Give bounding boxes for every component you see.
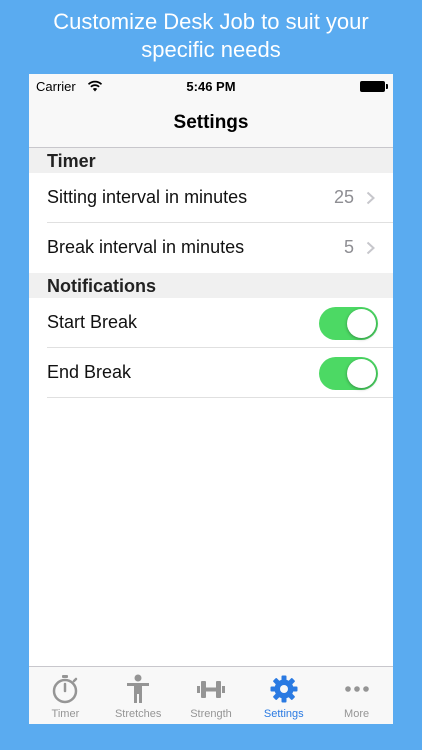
- person-icon: [127, 674, 150, 703]
- tab-settings[interactable]: Settings: [247, 667, 320, 724]
- gear-icon: [270, 675, 298, 703]
- section-header-notifications: Notifications: [29, 273, 393, 298]
- tab-strength[interactable]: Strength: [175, 667, 248, 724]
- end-break-label: End Break: [47, 362, 132, 382]
- chevron-right-icon: [366, 191, 375, 205]
- tab-stretches[interactable]: Stretches: [102, 667, 175, 724]
- start-break-row: Start Break: [29, 298, 393, 348]
- chevron-right-icon: [366, 241, 375, 255]
- sitting-interval-row[interactable]: Sitting interval in minutes 25: [29, 173, 393, 223]
- start-break-label: Start Break: [47, 312, 138, 332]
- status-bar: Carrier 5:46 PM: [29, 74, 393, 98]
- settings-list: Timer Sitting interval in minutes 25 Bre…: [29, 148, 393, 398]
- stopwatch-icon: [53, 675, 78, 704]
- toggle-knob: [347, 309, 376, 338]
- break-interval-value: 5: [343, 237, 354, 257]
- toggle-knob: [347, 359, 376, 388]
- tab-more[interactable]: More: [320, 667, 393, 724]
- sitting-interval-label: Sitting interval in minutes: [47, 187, 248, 207]
- tab-label: Stretches: [114, 708, 162, 720]
- page-title: Settings: [173, 112, 249, 133]
- battery-icon: [360, 81, 388, 92]
- promo-line-2: specific needs: [141, 37, 281, 62]
- section-header-timer: Timer: [29, 148, 393, 173]
- promo-line-1: Customize Desk Job to suit your: [53, 9, 369, 34]
- tab-bar: Timer Stretches Strength Settings More: [29, 666, 393, 724]
- end-break-toggle[interactable]: [319, 357, 378, 390]
- sitting-interval-value: 25: [333, 187, 354, 207]
- tab-label: Settings: [263, 708, 304, 720]
- row-divider: [47, 397, 393, 398]
- start-break-toggle[interactable]: [319, 307, 378, 340]
- promo-caption: Customize Desk Job to suit your specific…: [0, 8, 422, 64]
- navigation-bar: Settings: [29, 98, 393, 148]
- tab-label: Timer: [51, 708, 80, 720]
- end-break-row: End Break: [29, 348, 393, 398]
- break-interval-label: Break interval in minutes: [47, 237, 245, 257]
- tab-timer[interactable]: Timer: [29, 667, 102, 724]
- phone-screen: Carrier 5:46 PM Settings Timer Sitting i…: [29, 74, 393, 724]
- more-icon: [344, 686, 369, 692]
- tab-label: More: [344, 708, 370, 720]
- tab-label: Strength: [190, 708, 232, 720]
- dumbbell-icon: [196, 681, 225, 698]
- break-interval-row[interactable]: Break interval in minutes 5: [29, 223, 393, 273]
- status-time: 5:46 PM: [186, 79, 236, 94]
